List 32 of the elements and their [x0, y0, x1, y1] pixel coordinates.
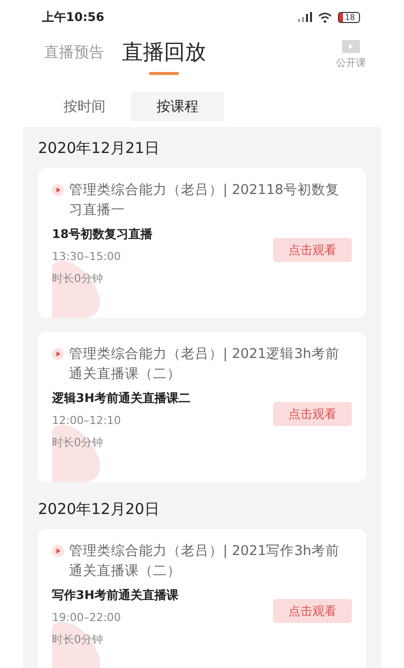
open-class-link[interactable]: 公开课: [336, 56, 366, 70]
play-icon: [52, 184, 64, 196]
play-icon: [52, 545, 64, 557]
lesson-title: 逻辑3H考前通关直播课二: [52, 390, 190, 407]
signal-icon: [298, 12, 312, 22]
lesson-card[interactable]: 管理类综合能力（老吕）| 2021写作3h考前通关直播课（二） 写作3H考前通关直播课 19:00–22:00 时长0分钟 点击观看: [38, 529, 366, 668]
date-heading: 2020年12月20日: [38, 499, 160, 520]
watch-button[interactable]: 点击观看: [273, 599, 352, 623]
watch-button[interactable]: 点击观看: [273, 402, 352, 426]
date-heading: 2020年12月21日: [38, 138, 160, 159]
status-time: 上午10:56: [42, 8, 104, 26]
lesson-duration: 时长0分钟: [52, 271, 104, 287]
lesson-card[interactable]: 管理类综合能力（老吕）| 2021逻辑3h考前通关直播课（二） 逻辑3H考前通关直播课二 12:00–12:10 时长0分钟 点击观看: [38, 332, 366, 482]
lesson-time: 19:00–22:00: [52, 610, 122, 626]
lesson-duration: 时长0分钟: [52, 435, 104, 451]
watch-button[interactable]: 点击观看: [273, 238, 352, 262]
course-title: 管理类综合能力（老吕）| 2021写作3h考前通关直播课（二）: [69, 542, 340, 581]
header-tab[interactable]: 直播回放: [122, 38, 206, 66]
tv-icon[interactable]: [342, 40, 360, 53]
course-title: 管理类综合能力（老吕）| 2021逻辑3h考前通关直播课（二）: [69, 345, 340, 384]
battery-indicator: 18: [338, 12, 360, 22]
lesson-card[interactable]: 管理类综合能力（老吕）| 202118号初数复习直播一 18号初数复习直播 13:30–15:00 时长0分钟 点击观看: [38, 168, 366, 318]
course-title: 管理类综合能力（老吕）| 202118号初数复习直播一: [69, 181, 340, 220]
lesson-time: 13:30–15:00: [52, 249, 122, 265]
lesson-time: 12:00–12:10: [52, 413, 122, 429]
filter-tab[interactable]: 按课程: [131, 92, 224, 121]
lesson-title: 18号初数复习直播: [52, 226, 153, 243]
lesson-title: 写作3H考前通关直播课: [52, 587, 178, 604]
wifi-icon: [318, 12, 332, 22]
tab-underline: [149, 72, 179, 75]
lesson-duration: 时长0分钟: [52, 632, 104, 648]
play-icon: [52, 348, 64, 360]
